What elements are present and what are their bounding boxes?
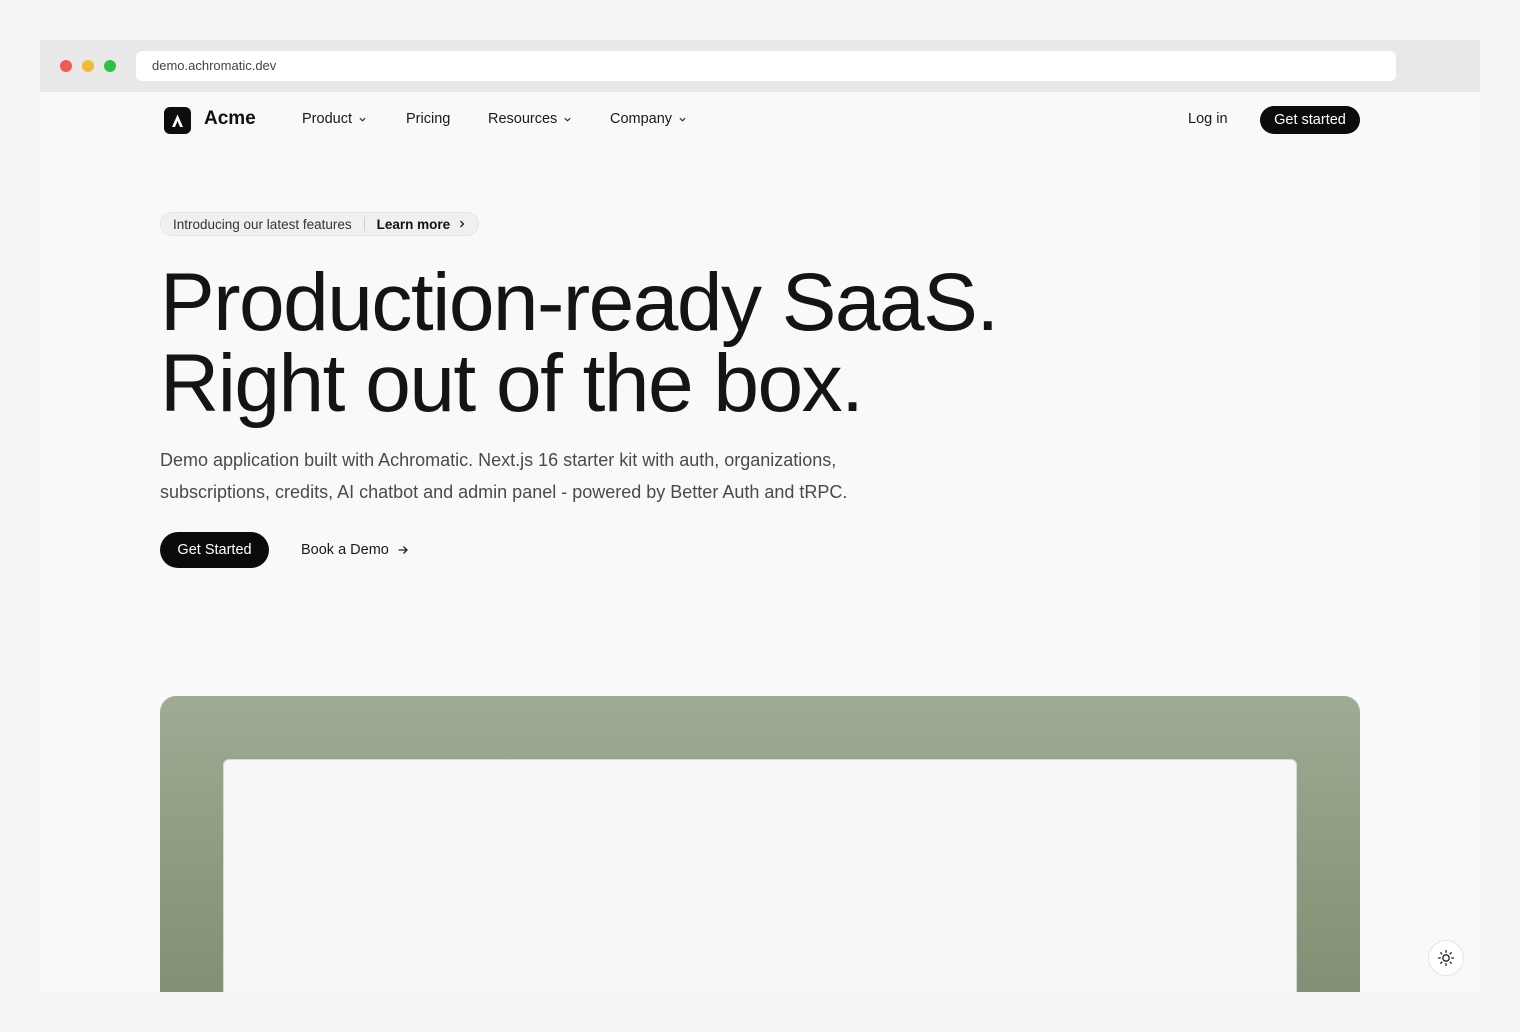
learn-more-link[interactable]: Learn more <box>377 217 451 232</box>
product-screenshot-frame <box>223 759 1297 992</box>
get-started-button[interactable]: Get Started <box>160 532 269 568</box>
nav-item-label: Resources <box>488 111 558 127</box>
browser-chrome: demo.achromatic.dev <box>40 40 1480 92</box>
login-link[interactable]: Log in <box>1188 111 1228 127</box>
chevron-down-icon <box>359 117 366 122</box>
nav-item-resources[interactable]: Resources <box>488 111 572 127</box>
hero-title: Production-ready SaaS. Right out of the … <box>160 262 999 425</box>
chevron-down-icon <box>564 117 571 122</box>
nav-item-label: Product <box>302 111 352 127</box>
book-demo-button[interactable]: Book a Demo <box>301 542 409 558</box>
arrow-right-icon <box>398 546 408 554</box>
hero-title-line-2: Right out of the box. <box>160 338 864 429</box>
maximize-window-dot[interactable] <box>104 60 116 72</box>
site-header: Acme Product Pricing Resources Company L… <box>40 92 1480 148</box>
browser-window: demo.achromatic.dev Acme Product Pricing… <box>40 40 1480 992</box>
announcement-text: Introducing our latest features <box>173 216 352 232</box>
nav-item-company[interactable]: Company <box>610 111 687 127</box>
announcement-divider <box>363 217 365 231</box>
sun-icon <box>1437 949 1455 967</box>
announcement-pill[interactable]: Introducing our latest features Learn mo… <box>160 212 480 236</box>
nav-item-pricing[interactable]: Pricing <box>406 111 450 127</box>
book-demo-label: Book a Demo <box>301 542 389 558</box>
nav-item-label: Pricing <box>406 111 451 127</box>
acme-logo-icon[interactable] <box>164 107 191 134</box>
nav-item-product[interactable]: Product <box>302 111 367 127</box>
chevron-down-icon <box>679 117 686 122</box>
close-window-dot[interactable] <box>60 60 72 72</box>
get-started-nav-button[interactable]: Get started <box>1260 106 1360 134</box>
hero-title-line-1: Production-ready SaaS. <box>160 257 999 348</box>
minimize-window-dot[interactable] <box>82 60 94 72</box>
hero-subtitle-line-2: subscriptions, credits, AI chatbot and a… <box>160 482 848 502</box>
address-bar[interactable]: demo.achromatic.dev <box>136 51 1396 81</box>
hero-subtitle-line-1: Demo application built with Achromatic. … <box>160 450 837 470</box>
brand-name[interactable]: Acme <box>204 108 256 130</box>
product-showcase <box>160 696 1360 992</box>
nav-item-label: Company <box>610 111 673 127</box>
theme-toggle-button[interactable] <box>1428 940 1464 976</box>
hero-subtitle: Demo application built with Achromatic. … <box>160 444 920 508</box>
chevron-right-icon <box>460 220 465 228</box>
